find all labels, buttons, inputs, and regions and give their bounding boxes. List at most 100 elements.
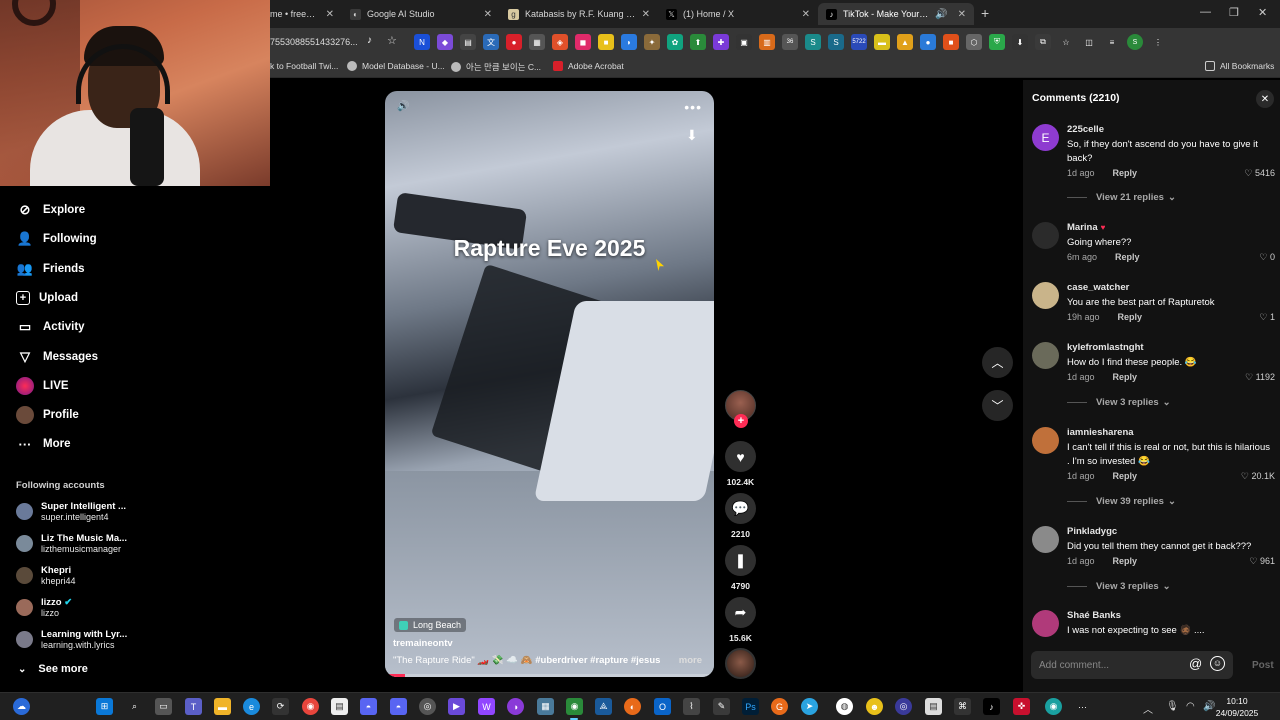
nav-explore[interactable]: ⊘ Explore — [16, 199, 86, 221]
music-disc[interactable] — [725, 648, 756, 679]
nav-friends[interactable]: 👥 Friends — [16, 258, 85, 280]
extension-icon[interactable]: ⛨ — [989, 34, 1005, 50]
twitch-icon[interactable]: W — [478, 698, 495, 715]
close-icon[interactable]: ✕ — [326, 9, 334, 20]
mention-button[interactable]: @ — [1189, 656, 1202, 671]
kebab-menu-icon[interactable]: ⋮ — [1150, 34, 1166, 50]
puzzle-icon[interactable]: ⧉ — [1035, 34, 1051, 50]
see-more-button[interactable]: ⌄ See more — [18, 663, 88, 675]
location-tag[interactable]: Long Beach — [394, 618, 467, 632]
comment-like[interactable]: ♡ 1192 — [1245, 372, 1275, 383]
discord-icon[interactable]: ◓ — [390, 698, 407, 715]
minimize-icon[interactable]: — — [1200, 6, 1211, 18]
discord-icon[interactable]: ◓ — [360, 698, 377, 715]
video-player[interactable]: 🔊 ••• ⬇ Rapture Eve 2025 Long Beach trem… — [385, 91, 714, 677]
profile-avatar-icon[interactable]: S — [1127, 34, 1143, 50]
more-options-icon[interactable]: ••• — [684, 99, 702, 115]
close-icon[interactable]: ✕ — [958, 9, 966, 20]
close-icon[interactable]: ✕ — [484, 9, 492, 20]
app-icon[interactable]: ⟁ — [595, 698, 612, 715]
start-menu-icon[interactable]: ⊞ — [96, 698, 113, 715]
comment-like[interactable]: ♡ 5416 — [1244, 168, 1275, 179]
tab-tiktok[interactable]: ♪ TikTok - Make Your Day 🔊 ✕ — [818, 3, 974, 25]
comment-username[interactable]: iamniesharena — [1067, 427, 1134, 438]
comment-like[interactable]: ♡ 961 — [1249, 556, 1275, 567]
extension-icon[interactable]: ▦ — [529, 34, 545, 50]
view-replies-button[interactable]: View 21 replies ⌄ — [1067, 192, 1176, 203]
previous-video-button[interactable]: ︿ — [982, 347, 1013, 378]
avatar[interactable] — [1032, 282, 1059, 309]
teams-icon[interactable]: T — [185, 698, 202, 715]
app-icon[interactable]: ◑ — [507, 698, 524, 715]
nav-more[interactable]: ··· More — [16, 433, 71, 455]
download-icon[interactable]: ⬇ — [686, 127, 702, 143]
close-icon[interactable]: ✕ — [642, 9, 650, 20]
avatar[interactable]: E — [1032, 124, 1059, 151]
app-icon[interactable]: G — [771, 698, 788, 715]
chrome-profile-icon[interactable]: ◉ — [566, 698, 583, 715]
avatar[interactable] — [1032, 342, 1059, 369]
tab-freemedi[interactable]: me • freemedi ✕ — [262, 3, 342, 25]
extension-icon[interactable]: ⬇ — [1012, 34, 1028, 50]
firefox-icon[interactable]: ◐ — [624, 698, 641, 715]
nav-upload[interactable]: + Upload — [16, 287, 78, 309]
url-field[interactable]: 7553088551433276... — [270, 32, 405, 52]
app-icon[interactable]: ☻ — [866, 698, 883, 715]
video-author[interactable]: tremaineontv — [393, 638, 453, 649]
photoshop-icon[interactable]: Ps — [742, 698, 759, 715]
extension-icon[interactable]: ▥ — [759, 34, 775, 50]
search-icon[interactable]: ⌕ — [126, 698, 143, 715]
notepad-icon[interactable]: ▤ — [331, 698, 348, 715]
extension-icon[interactable]: ⬡ — [966, 34, 982, 50]
tab-x-home[interactable]: 𝕏 (1) Home / X ✕ — [658, 3, 818, 25]
system-clock[interactable]: 10:10 24/09/2025 — [1212, 695, 1262, 719]
app-icon[interactable]: ✜ — [1013, 698, 1030, 715]
app-icon[interactable]: ▤ — [925, 698, 942, 715]
extension-icon[interactable]: ◈ — [552, 34, 568, 50]
extension-icon[interactable]: ▤ — [460, 34, 476, 50]
extension-icon[interactable]: ● — [920, 34, 936, 50]
following-account[interactable]: Learning with Lyr... learning.with.lyrics — [16, 626, 127, 652]
app-icon[interactable]: ◍ — [836, 698, 853, 715]
comment-username[interactable]: Marina ♥ — [1067, 222, 1105, 233]
chrome-icon[interactable]: ◉ — [302, 698, 319, 715]
microphone-icon[interactable]: 🎙 — [1166, 701, 1179, 712]
avatar[interactable] — [1032, 610, 1059, 637]
extension-icon[interactable]: ✦ — [644, 34, 660, 50]
restore-icon[interactable]: ❐ — [1229, 6, 1239, 19]
extension-badge-icon[interactable]: 5722 — [851, 34, 867, 50]
bookmark-star-icon[interactable]: ☆ — [1058, 34, 1074, 50]
comment-username[interactable]: Pinkladygc — [1067, 526, 1117, 537]
view-replies-button[interactable]: View 39 replies ⌄ — [1067, 496, 1176, 507]
reply-button[interactable]: Reply — [1113, 372, 1138, 382]
extension-icon[interactable]: ▣ — [736, 34, 752, 50]
follow-plus-icon[interactable]: + — [734, 414, 748, 428]
comment-username[interactable]: Shaé Banks — [1067, 610, 1121, 621]
app-icon[interactable]: ◎ — [419, 698, 436, 715]
task-view-icon[interactable]: ▭ — [155, 698, 172, 715]
new-tab-button[interactable]: + — [981, 5, 989, 21]
reply-button[interactable]: Reply — [1113, 556, 1138, 566]
app-icon[interactable]: ⟳ — [272, 698, 289, 715]
extension-icon[interactable]: 文 — [483, 34, 499, 50]
sidepanel-icon[interactable]: ◫ — [1081, 34, 1097, 50]
avatar[interactable] — [1032, 526, 1059, 553]
comment-username[interactable]: kylefromlastnght — [1067, 342, 1144, 353]
app-icon[interactable]: ◎ — [895, 698, 912, 715]
nav-live[interactable]: LIVE — [16, 375, 69, 397]
comment-button[interactable]: 💬 — [725, 493, 756, 524]
app-icon[interactable]: ◉ — [1045, 698, 1062, 715]
avatar[interactable] — [1032, 222, 1059, 249]
following-account[interactable]: Khepri khepri44 — [16, 562, 76, 588]
bookmark-model-database[interactable]: Model Database - U... — [347, 61, 445, 71]
speaker-icon[interactable]: 🔊 — [935, 9, 947, 20]
extension-icon[interactable]: ◆ — [437, 34, 453, 50]
following-account[interactable]: lizzo ✔ lizzo — [16, 594, 72, 620]
following-account[interactable]: Super Intelligent ... super.intelligent4 — [16, 498, 126, 524]
caption-more-link[interactable]: more — [679, 655, 702, 666]
extension-icon[interactable]: ◼ — [575, 34, 591, 50]
more-apps-icon[interactable]: ··· — [1074, 698, 1091, 715]
extension-icon[interactable]: ▲ — [897, 34, 913, 50]
extension-icon[interactable]: ⬆ — [690, 34, 706, 50]
nav-messages[interactable]: ▽ Messages — [16, 346, 98, 368]
